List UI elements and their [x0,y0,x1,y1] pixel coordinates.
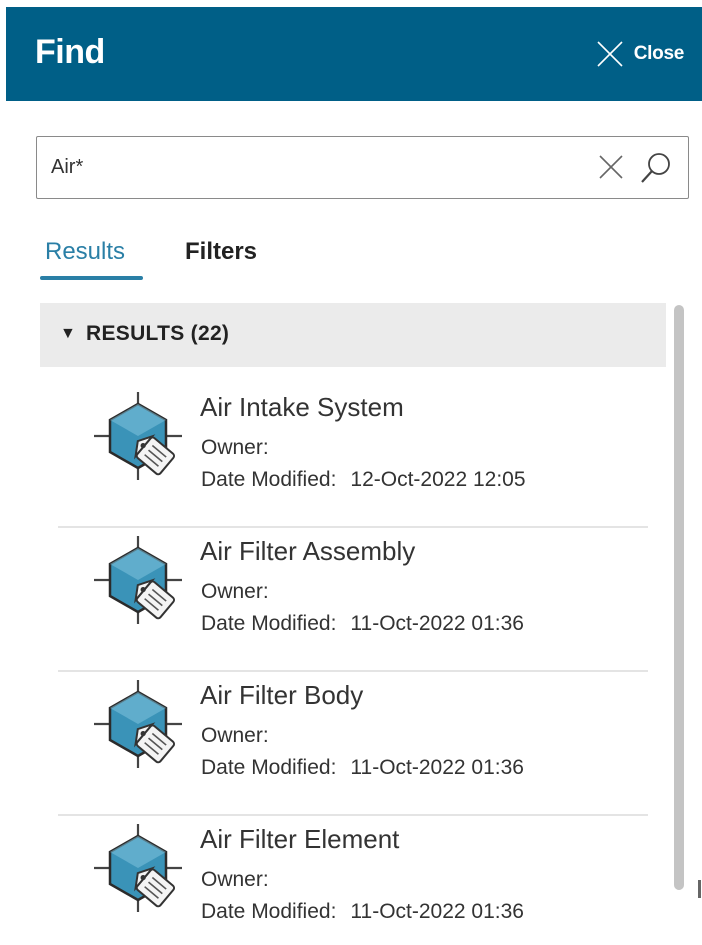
close-label: Close [633,43,685,64]
result-owner: Owner: [201,436,269,459]
tagged-part-icon [94,392,182,480]
result-item[interactable]: Air Filter Element Owner: Date Modified:… [58,816,648,945]
result-item[interactable]: Air Intake System Owner: Date Modified: 1… [58,384,648,528]
tagged-part-icon [94,536,182,624]
result-date-modified: Date Modified: 11-Oct-2022 01:36 [201,756,524,779]
find-panel-header: Find Close [6,7,702,101]
scrollbar-thumb[interactable] [674,305,684,890]
search-icon[interactable] [639,151,673,185]
result-name: Air Filter Body [200,680,364,710]
result-name: Air Intake System [200,392,404,422]
close-button[interactable]: Close [596,40,684,68]
search-input[interactable] [51,137,581,198]
tab-results[interactable]: Results [45,238,125,266]
result-owner: Owner: [201,580,269,603]
search-box [36,136,689,199]
close-icon [597,41,623,67]
panel-title: Find [35,33,105,71]
clear-icon[interactable] [597,153,625,181]
result-item[interactable]: Air Filter Body Owner: Date Modified: 11-… [58,672,648,816]
tagged-part-icon [94,824,182,912]
results-panel: ▼ RESULTS (22) Air Intake System Owner: … [40,303,666,945]
caret-down-icon: ▼ [60,325,76,342]
result-date-modified: Date Modified: 11-Oct-2022 01:36 [201,612,524,635]
tagged-part-icon [94,680,182,768]
result-date-modified: Date Modified: 12-Oct-2022 12:05 [201,468,526,491]
result-date-modified: Date Modified: 11-Oct-2022 01:36 [201,900,524,923]
tab-filters[interactable]: Filters [185,238,257,266]
results-section-title: RESULTS (22) [86,322,230,345]
result-item[interactable]: Air Filter Assembly Owner: Date Modified… [58,528,648,672]
result-owner: Owner: [201,868,269,891]
result-name: Air Filter Element [200,824,400,854]
result-owner: Owner: [201,724,269,747]
edge-divider [698,880,701,898]
active-tab-indicator [40,276,143,280]
result-name: Air Filter Assembly [200,536,416,566]
results-section-header[interactable]: ▼ RESULTS (22) [40,303,666,367]
